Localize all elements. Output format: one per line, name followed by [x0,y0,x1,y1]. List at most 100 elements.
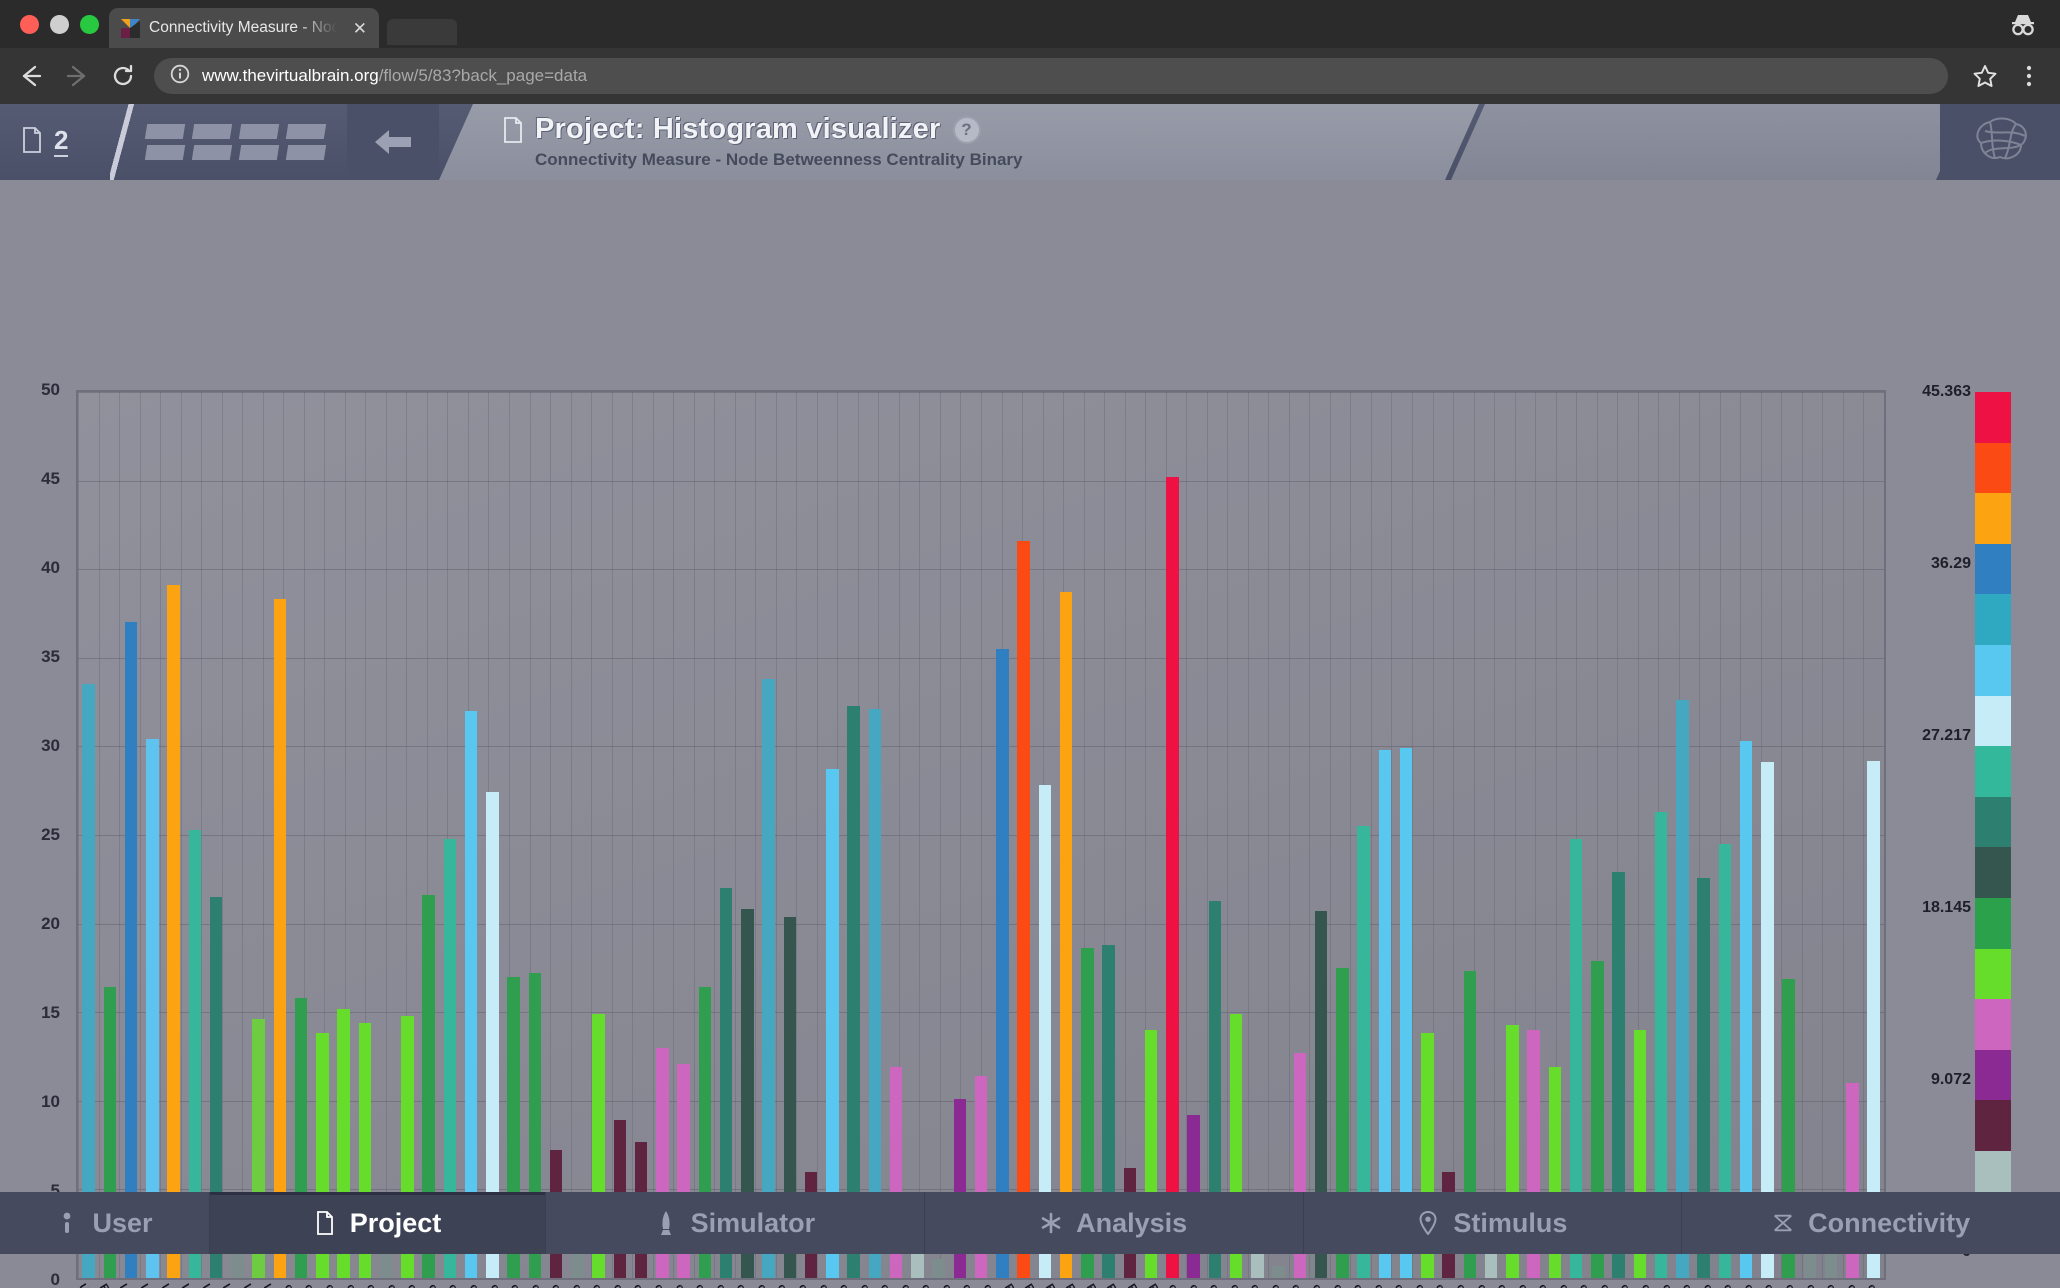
histogram-bar[interactable] [273,599,287,1278]
grid-menu-block[interactable] [285,124,327,160]
close-tab-button[interactable]: ✕ [350,18,370,39]
nav-item-connectivity[interactable]: Connectivity [1682,1192,2060,1254]
bar-slot [269,392,290,1278]
colorbar-band [1975,948,2011,1000]
y-axis-tick: 30 [41,736,60,755]
colorbar-tick: 45.363 [1922,383,1971,400]
y-axis-tick: 25 [41,825,60,844]
plot-area[interactable] [76,390,1886,1280]
bar-slot [673,392,694,1278]
colorbar[interactable] [1975,392,2011,1253]
main-navigation: User Project Simulator Analysis Stimulus Conn… [0,1192,2060,1254]
bar-slot [886,392,907,1278]
nav-item-analysis[interactable]: Analysis [925,1192,1304,1254]
close-window-button[interactable] [20,14,39,34]
histogram-bar[interactable] [82,684,95,1278]
x-axis-slot: ctx-rh-precuneus [1659,1280,1719,1288]
colorbar-band [1975,442,2011,494]
header-grid-menu[interactable] [136,104,347,180]
x-axis-slot: ctx-rh-transversetemporal [1844,1280,1930,1288]
bar-slot [1842,392,1863,1278]
histogram-bar[interactable] [762,679,775,1278]
x-axis-slot: ctx-lh-posteriorcingulate [734,1280,816,1288]
browser-omnibar: www.thevirtualbrain.org/flow/5/83?back_p… [0,48,2060,104]
browser-reload-button[interactable] [108,61,138,91]
x-axis-slot: ctx-rh-supramarginal [1783,1280,1854,1288]
x-axis-slot: ctx-lh-cuneus [364,1280,414,1288]
bar-slot [1587,392,1608,1278]
nav-item-simulator[interactable]: Simulator [546,1192,925,1254]
minimize-window-button[interactable] [50,14,69,34]
histogram-bar[interactable] [1059,592,1073,1278]
bar-slot [1672,392,1693,1278]
browser-tab[interactable]: Connectivity Measure - Node ... ✕ [109,8,379,48]
x-axis-slot: Left-Pallidum [199,1280,248,1288]
bar-slot [1714,392,1735,1278]
nav-item-label: Simulator [690,1207,816,1238]
bar-slot [631,392,652,1278]
nav-item-stimulus[interactable]: Stimulus [1304,1192,1683,1254]
browser-back-button[interactable] [16,61,46,91]
bar-slot [1056,392,1077,1278]
x-axis-labels: UnknownBrain-StemLeft-Cerebellum-CortexL… [76,1280,1930,1288]
bar-slot [992,392,1013,1278]
address-bar[interactable]: www.thevirtualbrain.org/flow/5/83?back_p… [154,58,1948,94]
y-axis-tick: 45 [41,469,60,488]
x-axis-slot: ctx-lh-middletemporal [570,1280,644,1288]
bar-slot [78,392,99,1278]
new-tab-button[interactable] [387,19,457,45]
histogram-bar[interactable] [1272,1265,1285,1278]
header-doc-counter[interactable]: 2 [0,104,110,180]
bar-slot [1629,392,1650,1278]
header-secondary-panel [1451,104,1970,180]
grid-menu-block[interactable] [238,124,280,160]
browser-tab-title: Connectivity Measure - Node ... [149,19,341,36]
histogram-bar[interactable] [124,622,138,1278]
bar-slot [1204,392,1225,1278]
site-info-icon[interactable] [170,64,190,89]
x-axis-slot: Right-Caudate [1042,1280,1095,1288]
x-axis-slot: ctx-lh-caudalanteriorcingulate [323,1280,420,1288]
grid-menu-block[interactable] [144,124,186,160]
bar-slot [1226,392,1247,1278]
x-axis-slot: ctx-lh-precuneus [775,1280,834,1288]
bar-slot [376,392,397,1278]
address-bar-url: www.thevirtualbrain.org/flow/5/83?back_p… [202,66,587,86]
help-icon[interactable]: ? [953,116,981,144]
browser-forward-button[interactable] [62,61,92,91]
x-axis-slot: Right-Thalamus-Proper [1022,1280,1100,1288]
header-title-panel: Project: Histogram visualizer ? Connecti… [439,104,1479,180]
histogram-bar[interactable] [167,585,180,1278]
x-axis-slot: Brain-Stem [97,1280,140,1288]
histogram-bar[interactable] [1166,477,1179,1278]
x-axis-slot: Left-Cerebellum-Cortex [117,1280,195,1288]
header-back-button[interactable] [347,104,439,180]
bookmark-star-icon[interactable] [1970,61,2000,91]
x-axis-slot: ctx-rh-precentral [1639,1280,1698,1288]
grid-menu-block[interactable] [191,124,233,160]
page-document-icon [503,117,523,143]
colorbar-band [1975,1049,2011,1101]
tvb-favicon-icon [121,18,140,38]
bar-slot [1778,392,1799,1278]
browser-menu-icon[interactable] [2014,61,2044,91]
colorbar-tick: 27.217 [1922,727,1971,744]
nav-item-project[interactable]: Project [210,1192,546,1254]
maximize-window-button[interactable] [80,14,99,34]
header-logo[interactable] [1940,104,2060,180]
nav-item-user[interactable]: User [0,1192,210,1254]
bar-slot [1183,392,1204,1278]
url-host: www.thevirtualbrain.org [202,66,379,85]
x-axis-tick-label: ctx-rh-insula [1865,1282,1912,1288]
bar-slot [333,392,354,1278]
histogram-bar[interactable] [932,1258,945,1278]
histogram-bar[interactable] [996,648,1009,1278]
y-axis: 0 5 10 15 20 25 30 35 40 45 50 [0,380,72,1288]
x-axis-slot: ctx-rh-parstriangularis [1557,1280,1632,1288]
nav-item-label: Connectivity [1808,1207,1971,1238]
histogram-bar[interactable] [1017,540,1030,1278]
bar-slot [503,392,524,1278]
bar-slot [567,392,588,1278]
bar-slot [206,392,227,1278]
rocket-icon [655,1210,677,1236]
